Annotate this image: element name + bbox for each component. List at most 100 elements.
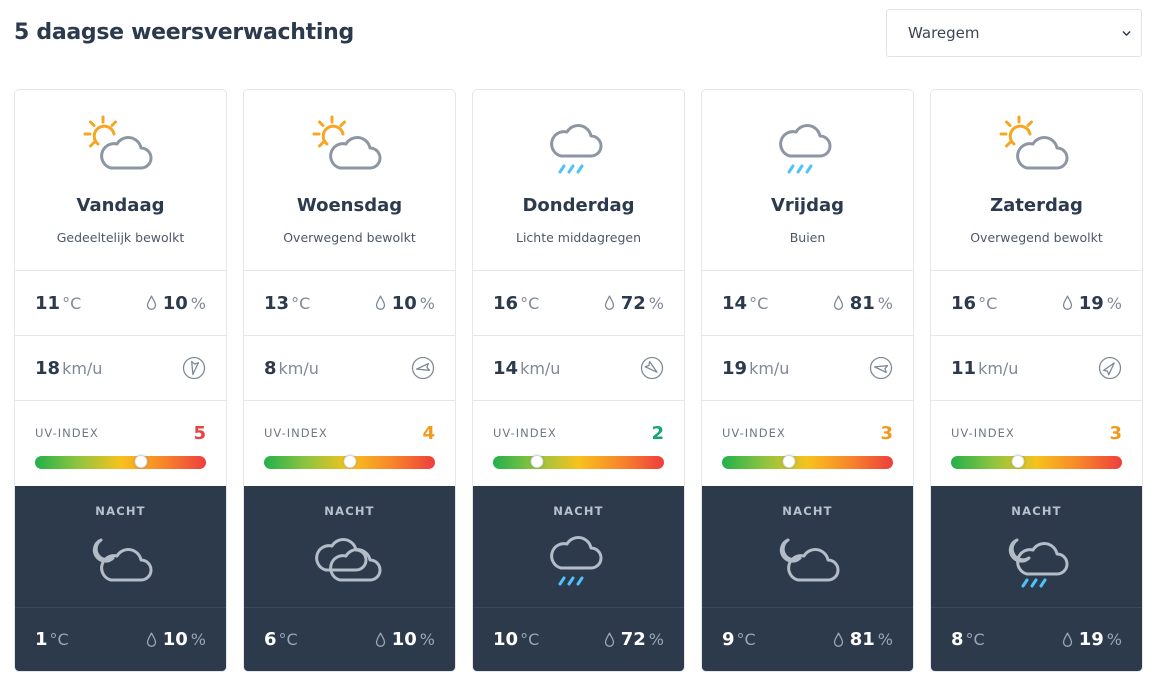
- night-rain-chance: 10%: [146, 629, 206, 650]
- night-rain-unit: %: [877, 630, 893, 649]
- raindrop-icon: [604, 295, 614, 310]
- uv-index-bar: [951, 455, 1122, 469]
- day-summary: Vrijdag Buien: [702, 90, 913, 271]
- raindrop-icon: [833, 632, 843, 647]
- wind-value: 18: [35, 357, 61, 379]
- temperature: 16 °C: [951, 293, 997, 314]
- uv-index: UV-INDEX 3: [702, 401, 913, 486]
- raindrop-icon: [375, 632, 385, 647]
- wind-direction-icon: [411, 356, 435, 380]
- night-label: NACHT: [95, 504, 146, 518]
- temperature-value: 16: [951, 292, 977, 314]
- uv-index: UV-INDEX 2: [473, 401, 684, 486]
- temperature-unit: °C: [749, 293, 769, 313]
- night-temperature-value: 6: [264, 629, 277, 650]
- wind-direction-icon: [1098, 356, 1122, 380]
- rain-chance: 72%: [604, 293, 664, 314]
- temperature-value: 13: [264, 292, 290, 314]
- rain-chance: 19%: [1062, 293, 1122, 314]
- temperature: 16 °C: [493, 293, 539, 314]
- uv-index-value: 5: [193, 423, 206, 444]
- night-temperature: 6 °C: [264, 629, 298, 650]
- rain-value: 81: [849, 292, 875, 314]
- raindrop-icon: [375, 295, 385, 310]
- raindrop-icon: [833, 295, 843, 310]
- night-temperature-value: 10: [493, 629, 519, 650]
- rain-icon: [549, 536, 602, 586]
- night-temperature-unit: °C: [520, 630, 540, 649]
- day-summary: Donderdag Lichte middagregen: [473, 90, 684, 271]
- forecast-card-vandaag: Vandaag Gedeeltelijk bewolkt 11 °C 10% 18…: [14, 89, 227, 672]
- wind-speed: 8 km/u: [264, 358, 319, 379]
- partly-cloudy-night-icon: [779, 538, 839, 582]
- night-temp-rain-row: 9 °C 81%: [702, 608, 913, 671]
- rain-unit: %: [648, 293, 664, 313]
- day-name: Woensdag: [296, 195, 403, 216]
- location-select-value: Waregem: [908, 24, 980, 42]
- uv-index-label: UV-INDEX: [264, 426, 328, 440]
- wind-row: 8 km/u: [244, 336, 455, 401]
- temp-rain-row: 11 °C 10%: [15, 271, 226, 336]
- day-description: Overwegend bewolkt: [970, 230, 1103, 245]
- forecast-card-zaterdag: Zaterdag Overwegend bewolkt 16 °C 19% 11 k…: [930, 89, 1143, 672]
- night-temperature-value: 8: [951, 629, 964, 650]
- uv-index-marker: [134, 455, 148, 468]
- wind-unit: km/u: [978, 358, 1019, 378]
- wind-row: 18 km/u: [15, 336, 226, 401]
- uv-index-marker: [530, 455, 544, 468]
- wind-speed: 14 km/u: [493, 358, 560, 379]
- night-temp-rain-row: 8 °C 19%: [931, 608, 1142, 671]
- night-temperature-value: 9: [722, 629, 735, 650]
- temperature-value: 11: [35, 292, 61, 314]
- rain-chance: 10%: [375, 293, 435, 314]
- uv-index-bar: [722, 455, 893, 469]
- rain-unit: %: [877, 293, 893, 313]
- temperature-value: 16: [493, 292, 519, 314]
- uv-index-bar: [264, 455, 435, 469]
- partly-cloudy-night-icon: [92, 538, 152, 582]
- raindrop-icon: [1062, 295, 1072, 310]
- wind-unit: km/u: [749, 358, 790, 378]
- night-temperature-unit: °C: [278, 630, 298, 649]
- day-description: Gedeeltelijk bewolkt: [56, 230, 185, 245]
- raindrop-icon: [1062, 632, 1072, 647]
- wind-unit: km/u: [278, 358, 319, 378]
- forecast-cards: Vandaag Gedeeltelijk bewolkt 11 °C 10% 18…: [14, 89, 1143, 672]
- uv-index-value: 3: [1109, 423, 1122, 444]
- temp-rain-row: 13 °C 10%: [244, 271, 455, 336]
- night-temperature: 8 °C: [951, 629, 985, 650]
- uv-index-label: UV-INDEX: [951, 426, 1015, 440]
- temperature-unit: °C: [520, 293, 540, 313]
- rain-icon: [778, 124, 831, 174]
- day-name: Donderdag: [522, 195, 635, 216]
- day-description: Buien: [789, 230, 826, 245]
- night-rain-unit: %: [1106, 630, 1122, 649]
- night-rain-unit: %: [190, 630, 206, 649]
- wind-direction-icon: [640, 356, 664, 380]
- uv-index-label: UV-INDEX: [722, 426, 786, 440]
- location-select[interactable]: Waregem: [886, 9, 1142, 57]
- rain-icon: [549, 124, 602, 174]
- night-label: NACHT: [324, 504, 375, 518]
- night-temperature: 10 °C: [493, 629, 539, 650]
- night-temp-rain-row: 1 °C 10%: [15, 608, 226, 671]
- night-temperature-value: 1: [35, 629, 48, 650]
- night-section: NACHT 6 °C 10%: [244, 486, 455, 671]
- wind-unit: km/u: [520, 358, 561, 378]
- wind-value: 11: [951, 357, 977, 379]
- rain-chance: 81%: [833, 293, 893, 314]
- night-temperature-unit: °C: [736, 630, 756, 649]
- uv-index: UV-INDEX 5: [15, 401, 226, 486]
- night-rain-unit: %: [419, 630, 435, 649]
- chevron-down-icon: [1122, 30, 1131, 36]
- uv-index-value: 3: [880, 423, 893, 444]
- wind-value: 19: [722, 357, 748, 379]
- night-rain-chance: 19%: [1062, 629, 1122, 650]
- night-temp-rain-row: 10 °C 72%: [473, 608, 684, 671]
- rain-unit: %: [419, 293, 435, 313]
- uv-index-value: 2: [651, 423, 664, 444]
- partly-cloudy-day-icon: [83, 115, 152, 170]
- wind-speed: 11 km/u: [951, 358, 1018, 379]
- temperature-unit: °C: [291, 293, 311, 313]
- raindrop-icon: [604, 632, 614, 647]
